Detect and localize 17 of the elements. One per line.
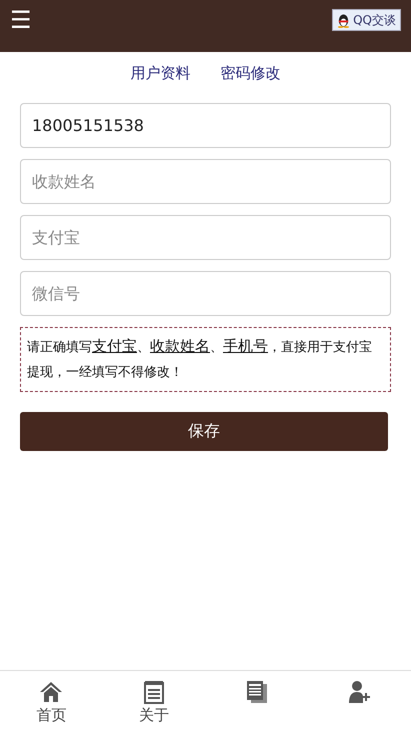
input-field[interactable]: 收款姓名 (20, 159, 391, 204)
nav-label[interactable]: 关于 (139, 706, 170, 725)
notepad-icon[interactable] (142, 680, 166, 704)
tab[interactable]: 用户资料 (130, 64, 190, 86)
chat-button[interactable]: QQ交谈 (332, 9, 401, 31)
input-field[interactable]: 18005151538 (20, 103, 391, 148)
documents-icon[interactable] (244, 680, 269, 704)
notice-text: 请正确填写支付宝、收款姓名、手机号，直接用于支付宝提现，一经填写不得修改！ (20, 327, 391, 392)
menu-icon[interactable]: ☰ (10, 8, 32, 32)
nav-label[interactable]: 首页 (36, 706, 66, 725)
add-user-icon[interactable] (348, 680, 372, 704)
home-icon[interactable] (39, 680, 64, 704)
save-button[interactable]: 保存 (20, 412, 388, 451)
input-field[interactable]: 微信号 (20, 271, 391, 316)
penguin-icon (337, 12, 350, 28)
input-field[interactable]: 支付宝 (20, 215, 391, 260)
tab[interactable]: 密码修改 (220, 64, 280, 86)
